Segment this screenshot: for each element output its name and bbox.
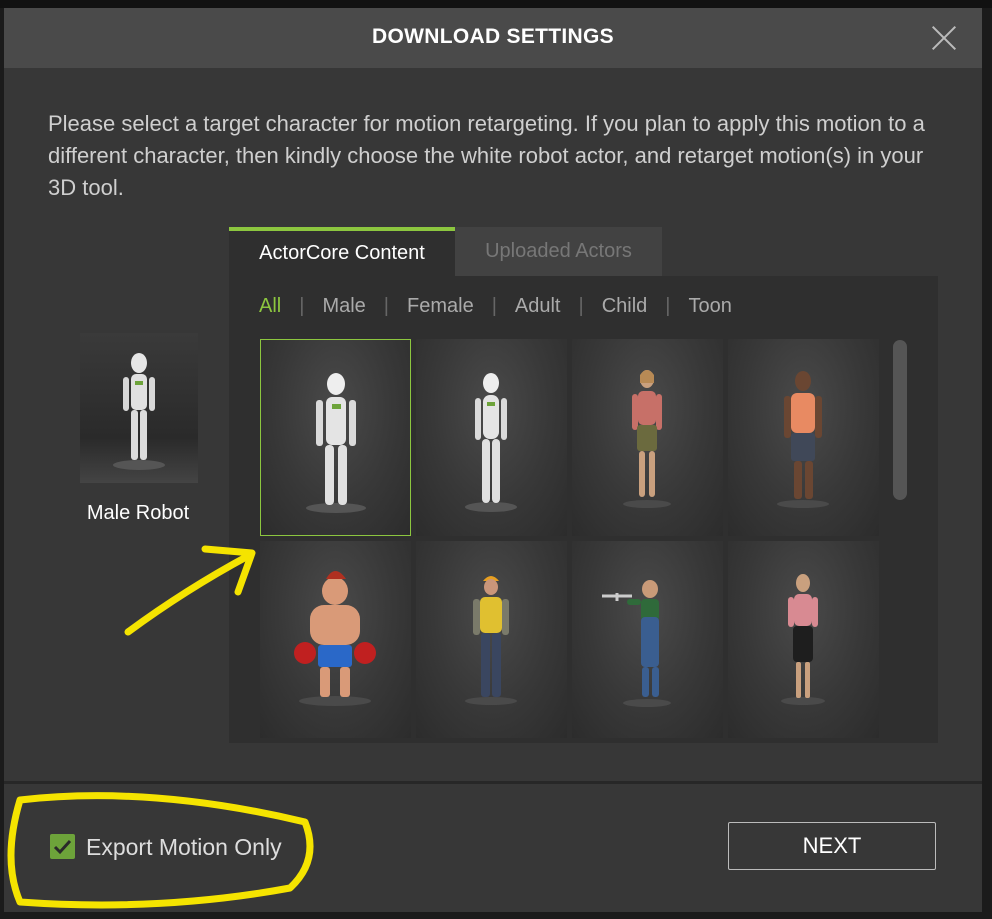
filter-separator: | xyxy=(299,295,305,317)
character-thumb-robot-male[interactable] xyxy=(260,339,411,536)
filter-toon[interactable]: Toon xyxy=(688,295,731,318)
close-icon[interactable] xyxy=(930,24,958,52)
filter-separator: | xyxy=(578,295,584,317)
dialog-header: DOWNLOAD SETTINGS xyxy=(4,8,982,68)
character-thumb-construction-worker[interactable] xyxy=(416,541,567,738)
character-thumb-cartoon-boxer[interactable] xyxy=(260,541,411,738)
instructions-text: Please select a target character for mot… xyxy=(48,111,925,200)
character-panel: All | Male | Female | Adult | Child | Toon xyxy=(229,276,938,743)
character-thumb-robot-female[interactable] xyxy=(416,339,567,536)
export-motion-only-checkbox[interactable] xyxy=(50,834,75,859)
filter-separator: | xyxy=(665,295,671,317)
checkmark-icon xyxy=(53,839,72,855)
character-thumb-boy-with-plane[interactable] xyxy=(572,541,723,738)
tab-actorcore-content[interactable]: ActorCore Content xyxy=(229,227,455,276)
dialog-title: DOWNLOAD SETTINGS xyxy=(372,25,614,48)
footer-divider xyxy=(4,781,982,784)
filter-adult[interactable]: Adult xyxy=(515,295,561,318)
filter-separator: | xyxy=(383,295,389,317)
next-button[interactable]: NEXT xyxy=(728,822,936,870)
filter-female[interactable]: Female xyxy=(407,295,474,318)
filter-all[interactable]: All xyxy=(259,295,281,318)
filter-child[interactable]: Child xyxy=(602,295,648,318)
selected-character-name: Male Robot xyxy=(86,502,190,524)
grid-scrollbar[interactable] xyxy=(893,340,907,500)
filter-male[interactable]: Male xyxy=(322,295,365,318)
download-settings-dialog: DOWNLOAD SETTINGS Please select a target… xyxy=(4,8,982,912)
character-thumb-man-orange-shirt[interactable] xyxy=(728,339,879,536)
filter-separator: | xyxy=(491,295,497,317)
export-motion-only-label[interactable]: Export Motion Only xyxy=(86,834,282,861)
character-thumb-woman-pink-blouse[interactable] xyxy=(728,541,879,738)
character-thumb-woman-pink-top[interactable] xyxy=(572,339,723,536)
background-page xyxy=(0,0,992,8)
tab-uploaded-actors[interactable]: Uploaded Actors xyxy=(455,227,662,276)
selected-character-preview xyxy=(80,333,198,483)
filter-bar: All | Male | Female | Adult | Child | Toon xyxy=(259,295,732,318)
